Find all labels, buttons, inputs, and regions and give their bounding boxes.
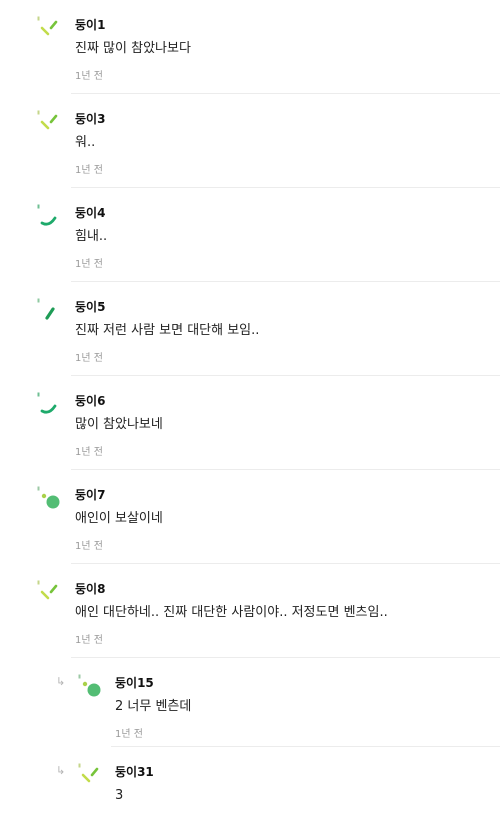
comment-body: 둥이7 애인이 보살이네 1년 전 <box>75 487 500 553</box>
green-slash-icon[interactable] <box>37 298 65 326</box>
comment-author[interactable]: 둥이1 <box>75 17 500 33</box>
comment-author[interactable]: 둥이3 <box>75 111 500 127</box>
comment-text: 진짜 저런 사람 보면 대단해 보임.. <box>75 323 260 338</box>
comment-body: 둥이8 애인 대단하네.. 진짜 대단한 사람이야.. 저정도면 벤츠임.. 1… <box>75 581 500 647</box>
lime-dashes-icon[interactable] <box>37 16 65 44</box>
comment-item: 둥이4 힘내.. 1년 전 <box>0 188 500 282</box>
comment-body: 둥이3 워.. 1년 전 <box>75 111 500 177</box>
comment-time: 1년 전 <box>75 353 103 364</box>
comment-author[interactable]: 둥이4 <box>75 205 500 221</box>
comment-item: 둥이5 진짜 저런 사람 보면 대단해 보임.. 1년 전 <box>0 282 500 376</box>
green-arc-icon[interactable] <box>37 204 65 232</box>
comment-list: 둥이1 진짜 많이 참았나보다 1년 전 둥이3 워.. 1년 전 둥이4 힘내… <box>0 0 500 836</box>
comment-item: 둥이3 워.. 1년 전 <box>0 94 500 188</box>
comment-text: 힘내.. <box>75 229 108 244</box>
comment-body: 둥이1 진짜 많이 참았나보다 1년 전 <box>75 17 500 83</box>
reply-arrow-icon: ↳ <box>56 764 66 777</box>
comment-body: 둥이5 진짜 저런 사람 보면 대단해 보임.. 1년 전 <box>75 299 500 365</box>
comment-text: 2 너무 벤츤데 <box>115 699 192 714</box>
comment-time: 1년 전 <box>75 259 103 270</box>
comment-text: 애인 대단하네.. 진짜 대단한 사람이야.. 저정도면 벤츠임.. <box>75 605 388 620</box>
comment-author[interactable]: 둥이15 <box>115 675 500 691</box>
comment-author[interactable]: 둥이8 <box>75 581 500 597</box>
comment-body: 둥이31 3 <box>115 764 500 804</box>
comment-time: 1년 전 <box>115 729 143 740</box>
comment-text: 애인이 보살이네 <box>75 511 163 526</box>
comment-author[interactable]: 둥이5 <box>75 299 500 315</box>
comment-item: 둥이1 진짜 많이 참았나보다 1년 전 <box>0 0 500 94</box>
comment-item: 둥이8 애인 대단하네.. 진짜 대단한 사람이야.. 저정도면 벤츠임.. 1… <box>0 564 500 658</box>
reply-arrow-icon: ↳ <box>56 675 66 688</box>
comment-author[interactable]: 둥이6 <box>75 393 500 409</box>
comment-body: 둥이6 많이 참았나보네 1년 전 <box>75 393 500 459</box>
green-dots-icon[interactable] <box>37 486 65 514</box>
comment-text: 진짜 많이 참았나보다 <box>75 41 191 56</box>
green-dots-icon[interactable] <box>78 674 106 702</box>
comment-body: 둥이4 힘내.. 1년 전 <box>75 205 500 271</box>
comment-time: 1년 전 <box>75 165 103 176</box>
comment-author[interactable]: 둥이31 <box>115 764 500 780</box>
reply-item: ↳ 둥이31 3 <box>0 747 500 836</box>
comment-text: 워.. <box>75 135 96 150</box>
comment-time: 1년 전 <box>75 635 103 646</box>
comment-time: 1년 전 <box>75 71 103 82</box>
comment-time: 1년 전 <box>75 447 103 458</box>
comment-author[interactable]: 둥이7 <box>75 487 500 503</box>
reply-item: ↳ 둥이15 2 너무 벤츤데 1년 전 <box>0 658 500 747</box>
comment-item: 둥이6 많이 참았나보네 1년 전 <box>0 376 500 470</box>
lime-dashes-icon[interactable] <box>78 763 106 791</box>
comment-text: 많이 참았나보네 <box>75 417 163 432</box>
comment-body: 둥이15 2 너무 벤츤데 1년 전 <box>115 675 500 741</box>
comment-item: 둥이7 애인이 보살이네 1년 전 <box>0 470 500 564</box>
lime-dashes-icon[interactable] <box>37 580 65 608</box>
comment-text: 3 <box>115 788 124 803</box>
lime-dashes-icon[interactable] <box>37 110 65 138</box>
green-arc-icon[interactable] <box>37 392 65 420</box>
comment-time: 1년 전 <box>75 541 103 552</box>
